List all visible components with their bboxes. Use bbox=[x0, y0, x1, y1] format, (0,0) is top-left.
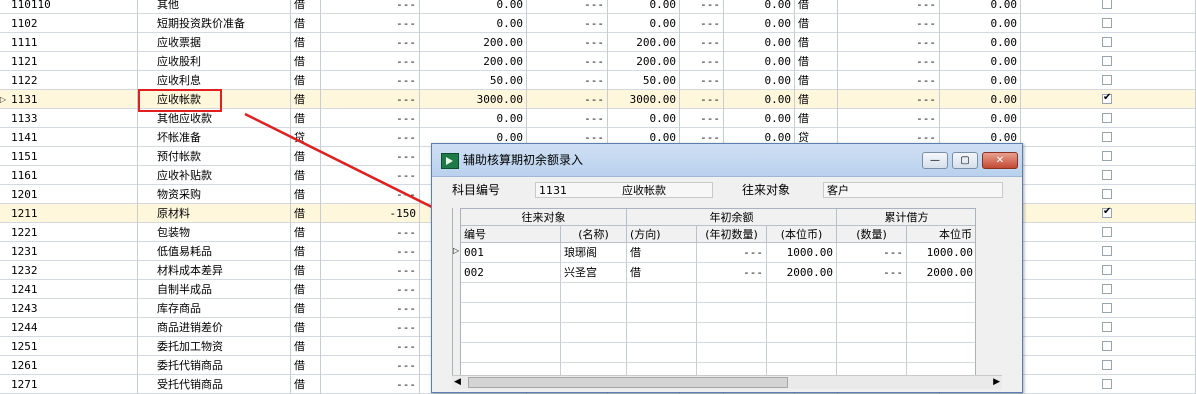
dialog-title: 辅助核算期初余额录入 bbox=[463, 153, 584, 167]
aux-cell-dir[interactable]: 借 bbox=[627, 243, 697, 263]
aux-cell-qty[interactable]: --- bbox=[697, 263, 767, 283]
aux-cell-dir[interactable] bbox=[627, 323, 697, 343]
aux-cell-code[interactable] bbox=[461, 283, 561, 303]
close-button[interactable]: ✕ bbox=[982, 152, 1018, 169]
aux-cell-camt[interactable] bbox=[907, 283, 975, 303]
aux-cell-code[interactable] bbox=[461, 343, 561, 363]
aux-cell-name[interactable] bbox=[561, 343, 627, 363]
aux-current-row-indicator-icon: ▷ bbox=[453, 246, 460, 255]
aux-cell-code[interactable] bbox=[461, 303, 561, 323]
scroll-thumb[interactable] bbox=[468, 377, 788, 388]
col-header-code[interactable]: 编号 bbox=[461, 226, 561, 243]
aux-cell-camt[interactable] bbox=[907, 343, 975, 363]
scroll-right-icon[interactable]: ▶ bbox=[993, 376, 1000, 389]
aux-cell-amt[interactable] bbox=[767, 283, 837, 303]
group-header-party: 往来对象 bbox=[461, 209, 627, 226]
counterparty-value: 客户 bbox=[827, 184, 849, 197]
aux-cell-dir[interactable] bbox=[627, 343, 697, 363]
aux-cell-amt[interactable] bbox=[767, 343, 837, 363]
aux-cell-name[interactable] bbox=[561, 303, 627, 323]
aux-cell-amt[interactable]: 2000.00 bbox=[767, 263, 837, 283]
aux-cell-cqty[interactable]: --- bbox=[837, 263, 907, 283]
aux-cell-amt[interactable] bbox=[767, 323, 837, 343]
counterparty-field: 客户 bbox=[823, 182, 1003, 198]
aux-cell-camt[interactable]: 2000.00 bbox=[907, 263, 975, 283]
aux-cell-camt[interactable] bbox=[907, 323, 975, 343]
col-header-opening-amt[interactable]: (本位币) bbox=[767, 226, 837, 243]
aux-cell-cqty[interactable] bbox=[837, 303, 907, 323]
group-header-cumulative: 累计借方 bbox=[837, 209, 975, 226]
aux-cell-camt[interactable]: 1000.00 bbox=[907, 243, 975, 263]
aux-cell-amt[interactable] bbox=[767, 303, 837, 323]
aux-balance-grid: 往来对象 年初余额 累计借方 编号 (名称) (方向) (年初数量) (本位币)… bbox=[460, 208, 976, 388]
aux-cell-code[interactable]: 001 bbox=[461, 243, 561, 263]
aux-cell-cqty[interactable] bbox=[837, 323, 907, 343]
aux-cell-qty[interactable] bbox=[697, 323, 767, 343]
aux-cell-code[interactable]: 002 bbox=[461, 263, 561, 283]
col-header-name[interactable]: (名称) bbox=[561, 226, 627, 243]
aux-cell-dir[interactable]: 借 bbox=[627, 263, 697, 283]
group-header-opening: 年初余额 bbox=[627, 209, 837, 226]
subgrid-row-indicator-column bbox=[452, 208, 460, 388]
aux-cell-name[interactable] bbox=[561, 323, 627, 343]
aux-cell-cqty[interactable] bbox=[837, 283, 907, 303]
aux-cell-qty[interactable]: --- bbox=[697, 243, 767, 263]
counterparty-label: 往来对象 bbox=[742, 183, 791, 197]
horizontal-scrollbar[interactable]: ◀ ▶ bbox=[452, 375, 1002, 389]
subject-code-value: 1131 bbox=[539, 184, 567, 197]
subject-code-label: 科目编号 bbox=[452, 183, 501, 197]
aux-cell-qty[interactable] bbox=[697, 343, 767, 363]
app-icon bbox=[441, 153, 459, 169]
aux-cell-qty[interactable] bbox=[697, 283, 767, 303]
subject-code-field: 1131 应收帐款 bbox=[535, 182, 713, 198]
aux-cell-amt[interactable]: 1000.00 bbox=[767, 243, 837, 263]
aux-cell-dir[interactable] bbox=[627, 303, 697, 323]
scroll-left-icon[interactable]: ◀ bbox=[454, 376, 461, 389]
aux-cell-name[interactable] bbox=[561, 283, 627, 303]
aux-cell-camt[interactable] bbox=[907, 303, 975, 323]
col-header-cum-amt[interactable]: 本位币 bbox=[907, 226, 975, 243]
dialog-titlebar[interactable]: 辅助核算期初余额录入 — ▢ ✕ bbox=[432, 144, 1022, 177]
col-header-cum-qty[interactable]: (数量) bbox=[837, 226, 907, 243]
subject-name-value: 应收帐款 bbox=[622, 184, 666, 197]
aux-cell-name[interactable]: 兴圣宫 bbox=[561, 263, 627, 283]
col-header-opening-qty[interactable]: (年初数量) bbox=[697, 226, 767, 243]
aux-cell-code[interactable] bbox=[461, 323, 561, 343]
minimize-button[interactable]: — bbox=[922, 152, 948, 169]
maximize-button[interactable]: ▢ bbox=[952, 152, 978, 169]
aux-cell-qty[interactable] bbox=[697, 303, 767, 323]
aux-cell-cqty[interactable] bbox=[837, 343, 907, 363]
aux-cell-name[interactable]: 琅琊阁 bbox=[561, 243, 627, 263]
aux-cell-dir[interactable] bbox=[627, 283, 697, 303]
aux-cell-cqty[interactable]: --- bbox=[837, 243, 907, 263]
col-header-direction[interactable]: (方向) bbox=[627, 226, 697, 243]
